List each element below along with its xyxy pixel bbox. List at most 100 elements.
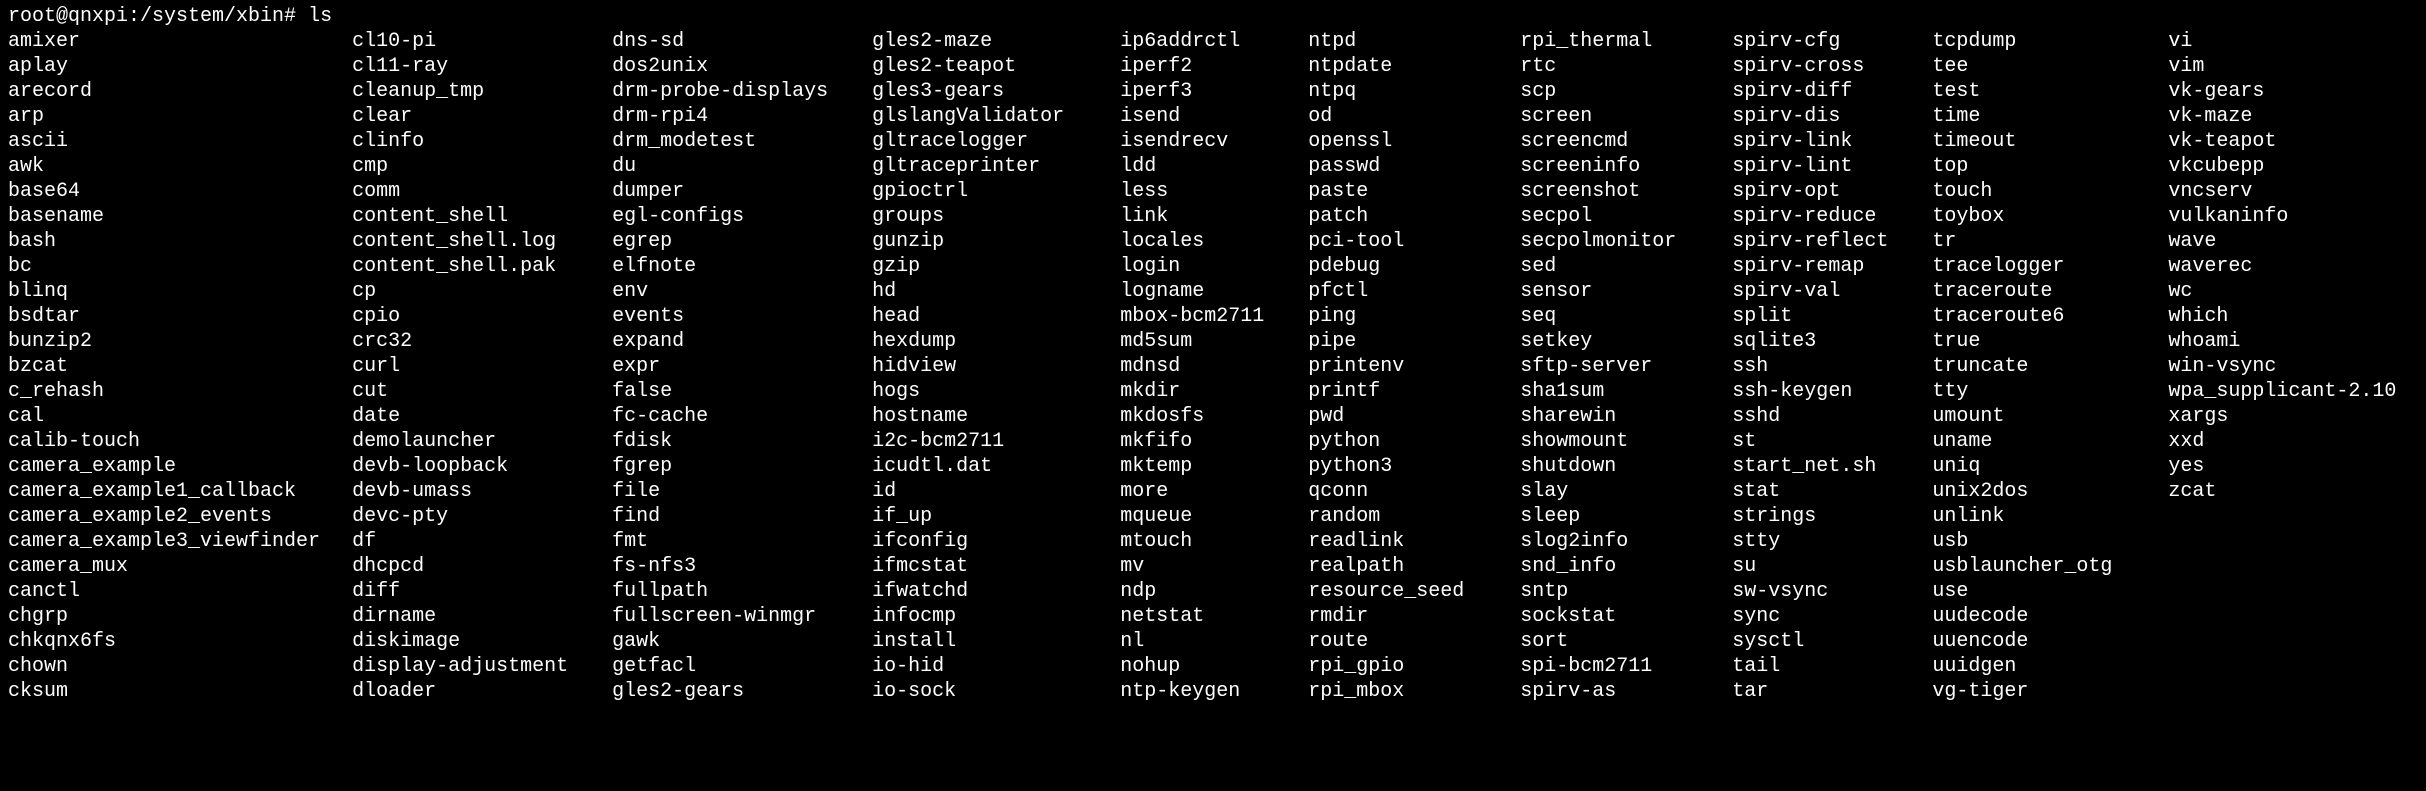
file-entry: mv — [1120, 554, 1288, 579]
file-entry: io-hid — [872, 654, 1100, 679]
file-entry: vulkaninfo — [2168, 204, 2408, 229]
file-entry: st — [1732, 429, 1912, 454]
file-entry: id — [872, 479, 1100, 504]
ls-column: ntpd ntpdate ntpq od openssl passwd past… — [1308, 29, 1500, 704]
file-entry: rpi_mbox — [1308, 679, 1500, 704]
file-entry: zcat — [2168, 479, 2408, 504]
file-entry: showmount — [1520, 429, 1712, 454]
file-entry: su — [1732, 554, 1912, 579]
file-entry: scp — [1520, 79, 1712, 104]
file-entry: blinq — [8, 279, 332, 304]
file-entry: traceroute6 — [1932, 304, 2148, 329]
file-entry: diskimage — [352, 629, 592, 654]
file-entry: curl — [352, 354, 592, 379]
file-entry: bunzip2 — [8, 329, 332, 354]
file-entry: aplay — [8, 54, 332, 79]
file-entry: tr — [1932, 229, 2148, 254]
command-text: ls — [308, 4, 332, 29]
file-entry: which — [2168, 304, 2408, 329]
file-entry: gltracelogger — [872, 129, 1100, 154]
file-entry: egrep — [612, 229, 852, 254]
file-entry: fgrep — [612, 454, 852, 479]
file-entry: mdnsd — [1120, 354, 1288, 379]
file-entry: wpa_supplicant-2.10 — [2168, 379, 2408, 404]
file-entry: waverec — [2168, 254, 2408, 279]
file-entry: wave — [2168, 229, 2408, 254]
file-entry: yes — [2168, 454, 2408, 479]
file-entry: od — [1308, 104, 1500, 129]
ls-column: gles2-maze gles2-teapot gles3-gears glsl… — [872, 29, 1100, 704]
ls-column: vi vim vk-gears vk-maze vk-teapot vkcube… — [2168, 29, 2408, 704]
file-entry: spirv-link — [1732, 129, 1912, 154]
file-entry: vg-tiger — [1932, 679, 2148, 704]
file-entry: use — [1932, 579, 2148, 604]
file-entry: gpioctrl — [872, 179, 1100, 204]
file-entry: bash — [8, 229, 332, 254]
file-entry: true — [1932, 329, 2148, 354]
file-entry: content_shell — [352, 204, 592, 229]
file-entry: vk-gears — [2168, 79, 2408, 104]
file-entry: sensor — [1520, 279, 1712, 304]
file-entry: if_up — [872, 504, 1100, 529]
file-entry: hd — [872, 279, 1100, 304]
file-entry: sysctl — [1732, 629, 1912, 654]
file-entry: tracelogger — [1932, 254, 2148, 279]
file-entry: spirv-diff — [1732, 79, 1912, 104]
file-entry: hidview — [872, 354, 1100, 379]
file-entry: cut — [352, 379, 592, 404]
file-entry: unlink — [1932, 504, 2148, 529]
file-entry: pci-tool — [1308, 229, 1500, 254]
file-entry: mkfifo — [1120, 429, 1288, 454]
file-entry: truncate — [1932, 354, 2148, 379]
file-entry: glslangValidator — [872, 104, 1100, 129]
file-entry: display-adjustment — [352, 654, 592, 679]
file-entry: camera_example3_viewfinder — [8, 529, 332, 554]
file-entry: ifconfig — [872, 529, 1100, 554]
file-entry: cl11-ray — [352, 54, 592, 79]
file-entry: screen — [1520, 104, 1712, 129]
file-entry: chown — [8, 654, 332, 679]
file-entry: ntpq — [1308, 79, 1500, 104]
file-entry: ascii — [8, 129, 332, 154]
file-entry: tee — [1932, 54, 2148, 79]
file-entry: pwd — [1308, 404, 1500, 429]
file-entry: spirv-reflect — [1732, 229, 1912, 254]
file-entry: xargs — [2168, 404, 2408, 429]
file-entry: uuencode — [1932, 629, 2148, 654]
file-entry: slay — [1520, 479, 1712, 504]
file-entry: cal — [8, 404, 332, 429]
file-entry: dloader — [352, 679, 592, 704]
file-entry: xxd — [2168, 429, 2408, 454]
file-entry: gunzip — [872, 229, 1100, 254]
file-entry: printenv — [1308, 354, 1500, 379]
file-entry: canctl — [8, 579, 332, 604]
file-entry: test — [1932, 79, 2148, 104]
file-entry: fc-cache — [612, 404, 852, 429]
file-entry: snd_info — [1520, 554, 1712, 579]
file-entry: clear — [352, 104, 592, 129]
file-entry: infocmp — [872, 604, 1100, 629]
file-entry: secpol — [1520, 204, 1712, 229]
file-entry: sort — [1520, 629, 1712, 654]
file-entry: drm_modetest — [612, 129, 852, 154]
file-entry: setkey — [1520, 329, 1712, 354]
file-entry: mbox-bcm2711 — [1120, 304, 1288, 329]
file-entry: tail — [1732, 654, 1912, 679]
file-entry: pdebug — [1308, 254, 1500, 279]
file-entry: uuidgen — [1932, 654, 2148, 679]
file-entry: rpi_gpio — [1308, 654, 1500, 679]
file-entry: arp — [8, 104, 332, 129]
ls-column: amixer aplay arecord arp ascii awk base6… — [8, 29, 332, 704]
file-entry: sntp — [1520, 579, 1712, 604]
file-entry: start_net.sh — [1732, 454, 1912, 479]
file-entry: pfctl — [1308, 279, 1500, 304]
file-entry: bsdtar — [8, 304, 332, 329]
file-entry: ip6addrctl — [1120, 29, 1288, 54]
file-entry: i2c-bcm2711 — [872, 429, 1100, 454]
file-entry: spirv-cfg — [1732, 29, 1912, 54]
file-entry: hostname — [872, 404, 1100, 429]
file-entry: stat — [1732, 479, 1912, 504]
file-entry: io-sock — [872, 679, 1100, 704]
file-entry: ssh-keygen — [1732, 379, 1912, 404]
file-entry: env — [612, 279, 852, 304]
